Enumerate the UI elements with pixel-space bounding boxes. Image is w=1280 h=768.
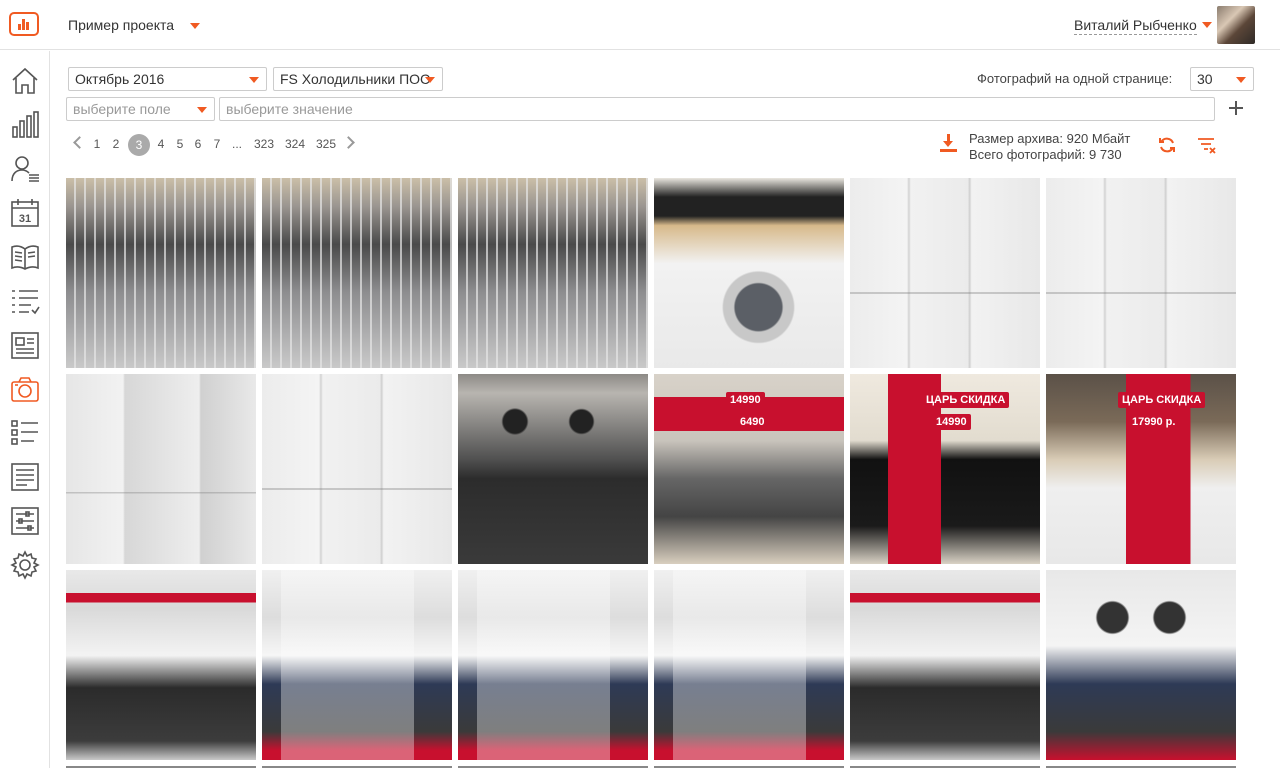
user-list-icon[interactable]: [9, 153, 41, 185]
next-page-icon[interactable]: [342, 136, 355, 149]
price-tag: 14990: [932, 414, 971, 430]
page-link[interactable]: 4: [152, 137, 170, 151]
photo-thumbnail[interactable]: [458, 374, 648, 564]
checklist-icon[interactable]: [9, 285, 41, 317]
project-selector[interactable]: Пример проекта: [68, 17, 174, 33]
photo-thumbnail[interactable]: [66, 178, 256, 368]
photo-thumbnail[interactable]: [654, 570, 844, 760]
photos-per-page-label: Фотографий на одной странице:: [977, 71, 1173, 86]
photos-per-page-value: 30: [1197, 71, 1213, 87]
period-value: Октябрь 2016: [75, 71, 165, 87]
photo-thumbnail[interactable]: [654, 178, 844, 368]
value-placeholder: выберите значение: [226, 101, 353, 117]
home-icon[interactable]: [9, 65, 41, 97]
field-select[interactable]: выберите поле: [66, 97, 215, 121]
chevron-down-icon: [197, 107, 207, 113]
page-ellipsis: ...: [231, 137, 242, 151]
photo-thumbnail[interactable]: [458, 178, 648, 368]
photo-thumbnail[interactable]: [1046, 178, 1236, 368]
download-icon[interactable]: [940, 134, 958, 154]
chevron-down-icon[interactable]: [1202, 22, 1212, 28]
refresh-icon[interactable]: [1158, 136, 1176, 154]
price-tag: ЦАРЬ СКИДКА: [1118, 392, 1206, 408]
page-link[interactable]: 324: [283, 137, 307, 151]
category-value: FS Холодильники ПОС: [280, 71, 431, 87]
photo-thumbnail[interactable]: [1046, 570, 1236, 760]
page-link[interactable]: 323: [252, 137, 276, 151]
user-menu[interactable]: Виталий Рыбченко: [1074, 17, 1197, 35]
avatar[interactable]: [1217, 6, 1255, 44]
price-tag: 17990 р.: [1128, 414, 1180, 430]
photo-thumbnail[interactable]: [458, 570, 648, 760]
photo-thumbnail[interactable]: [850, 178, 1040, 368]
add-filter-icon[interactable]: [1227, 99, 1245, 117]
sidebar: 31: [0, 51, 50, 768]
page-link[interactable]: 2: [107, 137, 125, 151]
chevron-down-icon: [1236, 77, 1246, 83]
page-link[interactable]: 5: [171, 137, 189, 151]
photo-thumbnail[interactable]: ЦАРЬ СКИДКА 14990: [850, 374, 1040, 564]
photo-thumbnail[interactable]: [262, 178, 452, 368]
photo-thumbnail[interactable]: [262, 374, 452, 564]
page-link[interactable]: 325: [314, 137, 338, 151]
app-logo[interactable]: [9, 12, 39, 36]
gear-icon[interactable]: [9, 549, 41, 581]
photo-thumbnail[interactable]: ЦАРЬ СКИДКА 17990 р.: [1046, 374, 1236, 564]
category-select[interactable]: FS Холодильники ПОС: [273, 67, 443, 91]
period-select[interactable]: Октябрь 2016: [68, 67, 267, 91]
svg-text:31: 31: [19, 213, 31, 225]
photos-per-page-select[interactable]: 30: [1190, 67, 1254, 91]
bar-chart-icon[interactable]: [9, 109, 41, 141]
calendar-icon[interactable]: 31: [9, 197, 41, 229]
top-bar: Пример проекта Виталий Рыбченко: [0, 0, 1280, 50]
price-tag: 6490: [736, 414, 769, 430]
prev-page-icon[interactable]: [73, 136, 86, 149]
clear-filter-icon[interactable]: [1197, 137, 1217, 155]
archive-size: Размер архива: 920 Мбайт: [969, 131, 1131, 146]
photo-thumbnail[interactable]: [66, 374, 256, 564]
photo-thumbnail[interactable]: [262, 570, 452, 760]
photo-thumbnail[interactable]: [850, 570, 1040, 760]
document-icon[interactable]: [9, 461, 41, 493]
page-link[interactable]: 6: [189, 137, 207, 151]
field-placeholder: выберите поле: [73, 101, 171, 117]
chevron-down-icon: [425, 77, 435, 83]
task-list-icon[interactable]: [9, 417, 41, 449]
chevron-down-icon[interactable]: [190, 23, 200, 29]
archive-info: Размер архива: 920 Мбайт Всего фотографи…: [969, 131, 1130, 163]
chevron-down-icon: [249, 77, 259, 83]
page-link[interactable]: 1: [88, 137, 106, 151]
page-link[interactable]: 7: [208, 137, 226, 151]
photo-camera-icon[interactable]: [9, 373, 41, 405]
price-tag: 14990: [726, 392, 765, 408]
sliders-icon[interactable]: [9, 505, 41, 537]
value-input[interactable]: выберите значение: [219, 97, 1215, 121]
total-photos: Всего фотографий: 9 730: [969, 147, 1122, 162]
photo-thumbnail[interactable]: 14990 6490: [654, 374, 844, 564]
book-icon[interactable]: [9, 241, 41, 273]
photo-thumbnail[interactable]: [66, 570, 256, 760]
price-tag: ЦАРЬ СКИДКА: [922, 392, 1010, 408]
newspaper-icon[interactable]: [9, 329, 41, 361]
page-link-current[interactable]: 3: [128, 134, 150, 156]
